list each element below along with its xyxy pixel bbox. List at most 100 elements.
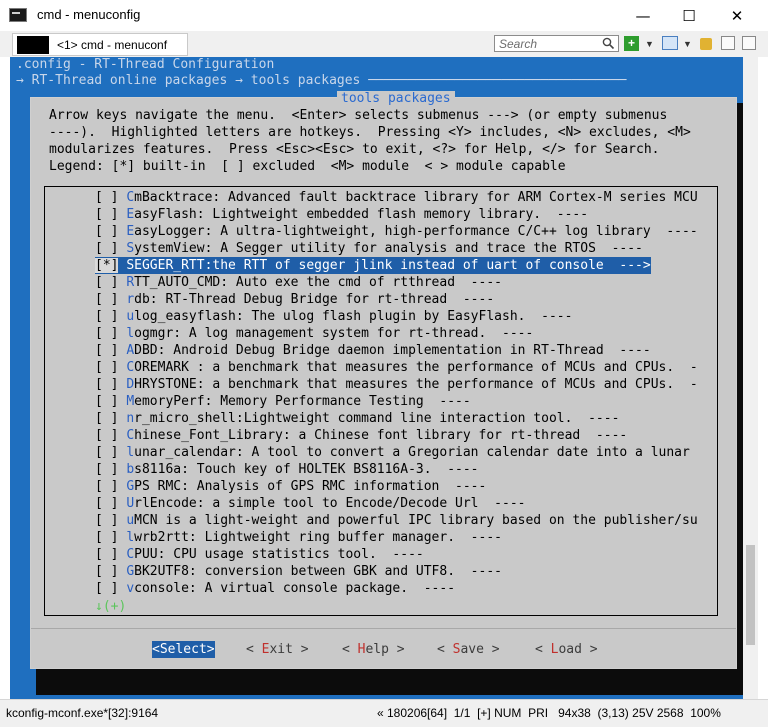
close-button[interactable]: ✕ [714,0,760,31]
dropdown-icon[interactable]: ▼ [645,36,654,52]
checkbox-mark[interactable]: [ ] [95,241,118,256]
button-hotkey: S [159,642,168,657]
checkbox-mark[interactable]: [ ] [95,292,118,307]
checkbox-mark[interactable]: [ ] [95,479,118,494]
menu-item[interactable]: [ ] uMCN is a light-weight and powerful … [95,512,698,529]
search-input[interactable]: Search [494,35,619,52]
checkbox-mark[interactable]: [ ] [95,377,118,392]
checkbox-mark[interactable]: [ ] [95,224,118,239]
menu-item[interactable]: [ ] lwrb2rtt: Lightweight ring buffer ma… [95,529,502,546]
lock-icon[interactable] [700,38,712,50]
menu-icon[interactable] [742,36,756,50]
layout-icon[interactable] [662,36,678,50]
menu-item[interactable]: [ ] nr_micro_shell:Lightweight command l… [95,410,619,427]
breadcrumb: → RT-Thread online packages → tools pack… [16,73,627,88]
hotkey-letter: M [126,394,135,409]
menu-item-selected[interactable]: [*] SEGGER_RTT:the RTT of segger jlink i… [95,257,651,274]
menu-item[interactable]: [ ] MemoryPerf: Memory Performance Testi… [95,393,471,410]
button-label: oad > [558,642,598,657]
checkbox-mark[interactable]: [ ] [95,547,118,562]
scrollbar-thumb[interactable] [746,545,755,645]
menu-item[interactable]: [ ] GBK2UTF8: conversion between GBK and… [95,563,502,580]
checkbox-mark[interactable]: [ ] [95,411,118,426]
menu-item[interactable]: [ ] UrlEncode: a simple tool to Encode/D… [95,495,525,512]
terminal[interactable]: .config - RT-Thread Configuration → RT-T… [10,57,758,699]
checkbox-mark[interactable]: [ ] [95,360,118,375]
menu-item[interactable]: [ ] DHRYSTONE: a benchmark that measures… [95,376,698,393]
hotkey-letter: l [126,530,135,545]
toolbar: <1> cmd - menuconf Search + ▼ ▼ [0,31,768,57]
menu-item[interactable]: [ ] SystemView: A Segger utility for ana… [95,240,643,257]
menu-item[interactable]: [ ] rdb: RT-Thread Debug Bridge for rt-t… [95,291,494,308]
menu-item[interactable]: [ ] RTT_AUTO_CMD: Auto exe the cmd of rt… [95,274,502,291]
hotkey-letter: u [126,309,135,324]
menu-item-label: unar_calendar: A tool to convert a Grego… [134,445,690,460]
add-console-icon[interactable]: + [624,36,639,51]
hotkey-letter: E [126,224,135,239]
menu-item-label: DBD: Android Debug Bridge daemon impleme… [134,343,651,358]
menu-item-label: mBacktrace: Advanced fault backtrace lib… [134,190,698,205]
help-line-3: modularizes features. Press <Esc><Esc> t… [49,142,660,157]
dropdown-icon-2[interactable]: ▼ [683,36,692,52]
hotkey-letter: u [126,513,135,528]
checkbox-mark[interactable]: [ ] [95,326,118,341]
menu-item-label: wrb2rtt: Lightweight ring buffer manager… [134,530,502,545]
menu-item[interactable]: [ ] EasyLogger: A ultra-lightweight, hig… [95,223,698,240]
maximize-button[interactable]: ☐ [666,0,712,31]
dialog-shadow-bottom [36,669,743,695]
checkbox-mark[interactable]: [ ] [95,428,118,443]
menu-item-label: PUU: CPU usage statistics tool. ---- [134,547,424,562]
menu-item[interactable]: [ ] CmBacktrace: Advanced fault backtrac… [95,189,698,206]
menu-item[interactable]: [ ] ulog_easyflash: The ulog flash plugi… [95,308,572,325]
menu-item[interactable]: [ ] EasyFlash: Lightweight embedded flas… [95,206,588,223]
checkbox-mark[interactable]: [ ] [95,309,118,324]
load-button[interactable]: < Load > [535,641,598,658]
hotkey-letter: C [126,547,135,562]
hotkey-letter: C [126,190,135,205]
dialog-shadow-right [737,103,743,695]
menu-item[interactable]: [ ] ADBD: Android Debug Bridge daemon im… [95,342,651,359]
button-bracket: < [342,642,358,657]
hotkey-letter: U [126,496,135,511]
checkbox-mark[interactable]: [ ] [95,496,118,511]
checkbox-mark[interactable]: [ ] [95,207,118,222]
checkbox-mark[interactable]: [ ] [95,513,118,528]
hotkey-letter: E [126,207,135,222]
checkbox-mark[interactable]: [ ] [95,581,118,596]
menu-item[interactable]: [ ] logmgr: A log management system for … [95,325,533,342]
checkbox-mark[interactable]: [*] [95,258,119,273]
menu-item[interactable]: [ ] Chinese_Font_Library: a Chinese font… [95,427,627,444]
exit-button[interactable]: < Exit > [246,641,309,658]
dialog-title: tools packages [337,91,455,106]
hotkey-letter: S [126,258,135,273]
menu-item[interactable]: [ ] COREMARK : a benchmark that measures… [95,359,698,376]
menu-item[interactable]: [ ] vconsole: A virtual console package.… [95,580,455,597]
search-icon[interactable] [602,37,615,50]
menu-item-label: emoryPerf: Memory Performance Testing --… [134,394,471,409]
checkbox-mark[interactable]: [ ] [95,394,118,409]
hotkey-letter: l [126,326,135,341]
minimize-button[interactable]: — [620,0,666,31]
checkbox-mark[interactable]: [ ] [95,564,118,579]
checkbox-mark[interactable]: [ ] [95,462,118,477]
checkbox-mark[interactable]: [ ] [95,275,118,290]
checkbox-mark[interactable]: [ ] [95,445,118,460]
tab-console[interactable]: <1> cmd - menuconf [12,33,188,56]
checkbox-mark[interactable]: [ ] [95,190,118,205]
menu-item[interactable]: [ ] lunar_calendar: A tool to convert a … [95,444,690,461]
checkbox-mark[interactable]: [ ] [95,530,118,545]
hotkey-letter: v [126,581,135,596]
menu-item[interactable]: [ ] bs8116a: Touch key of HOLTEK BS8116A… [95,461,479,478]
menu-item-label: ogmgr: A log management system for rt-th… [134,326,534,341]
menu-item-label: BK2UTF8: conversion between GBK and UTF8… [134,564,502,579]
checkbox-mark[interactable]: [ ] [95,343,118,358]
hotkey-letter: n [126,411,135,426]
menu-item[interactable]: [ ] GPS RMC: Analysis of GPS RMC informa… [95,478,486,495]
select-button[interactable]: <Select> [152,641,215,658]
menu-item[interactable]: [ ] CPUU: CPU usage statistics tool. ---… [95,546,424,563]
panes-icon[interactable] [721,36,735,50]
hotkey-letter: R [126,275,135,290]
menu-item-label: asyFlash: Lightweight embedded flash mem… [134,207,589,222]
help-button[interactable]: < Help > [342,641,405,658]
save-button[interactable]: < Save > [437,641,500,658]
